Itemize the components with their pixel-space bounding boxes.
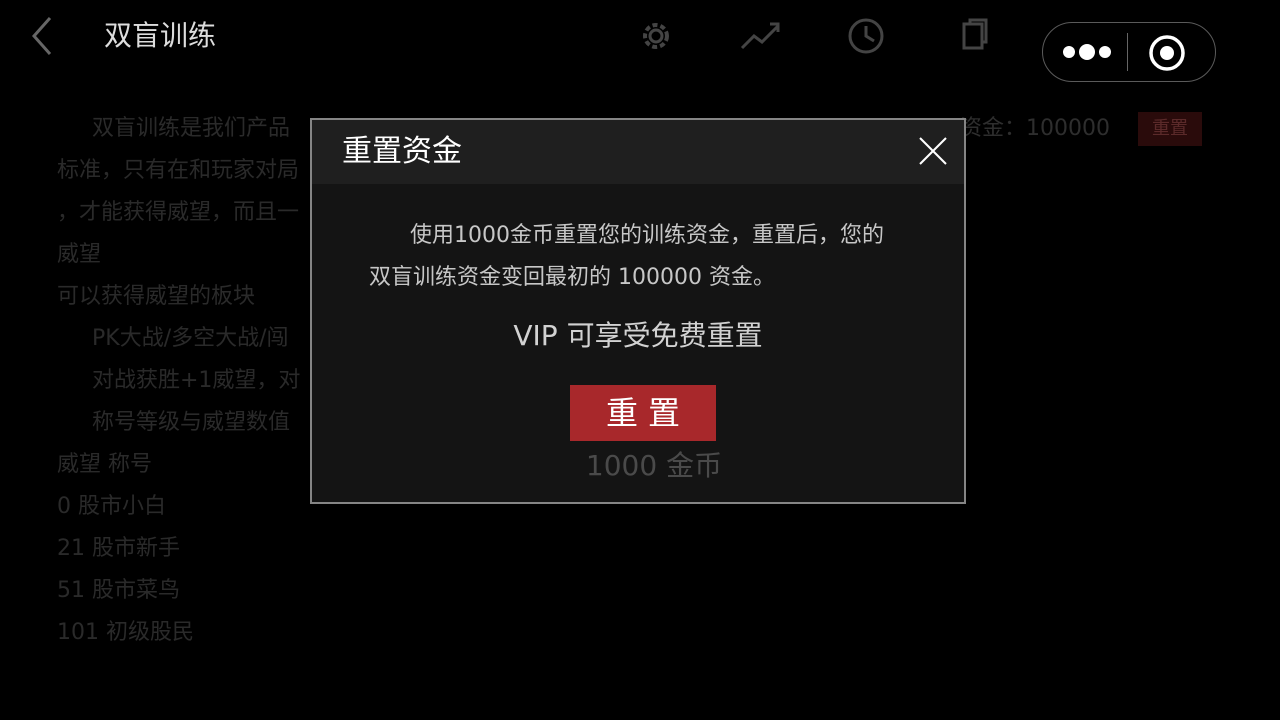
close-button[interactable] (916, 134, 950, 168)
content-line: 21 股市新手 (57, 536, 180, 561)
cost-label: 1000 金币 (585, 449, 723, 482)
content-line: 可以获得威望的板块 (57, 284, 256, 309)
reset-funds-dialog: 重置资金 使用1000金币重置您的训练资金，重置后，您的 双盲训练资金变回最初的… (310, 118, 966, 504)
content-line: ，才能获得威望，而且一 (57, 200, 300, 225)
content-line: 0 股市小白 (57, 494, 166, 519)
vip-note: VIP 可享受免费重置 (513, 319, 763, 352)
content-line: 称号等级与威望数值 (92, 410, 291, 435)
close-icon (919, 137, 947, 165)
content-line: 威望 称号 (57, 452, 152, 477)
content-line: 威望 (57, 242, 102, 267)
content-line: 对战获胜+1威望，对 (92, 368, 301, 393)
dialog-description-line1: 使用1000金币重置您的训练资金，重置后，您的 (410, 223, 884, 248)
content-line: 双盲训练是我们产品 (92, 116, 291, 141)
dialog-description-line2: 双盲训练资金变回最初的 100000 资金。 (369, 265, 775, 290)
reset-small-button[interactable]: 重置 (1138, 112, 1202, 146)
content-line: 标准，只有在和玩家对局 (57, 158, 300, 183)
dialog-title: 重置资金 (342, 134, 462, 169)
dialog-header: 重置资金 (312, 120, 964, 184)
reset-button[interactable]: 重置 (570, 385, 716, 441)
content-line: 101 初级股民 (57, 620, 194, 645)
content-line: PK大战/多空大战/闯 (92, 326, 289, 351)
balance-label: 资金：100000 (960, 116, 1110, 141)
content-line: 51 股市菜鸟 (57, 578, 180, 603)
